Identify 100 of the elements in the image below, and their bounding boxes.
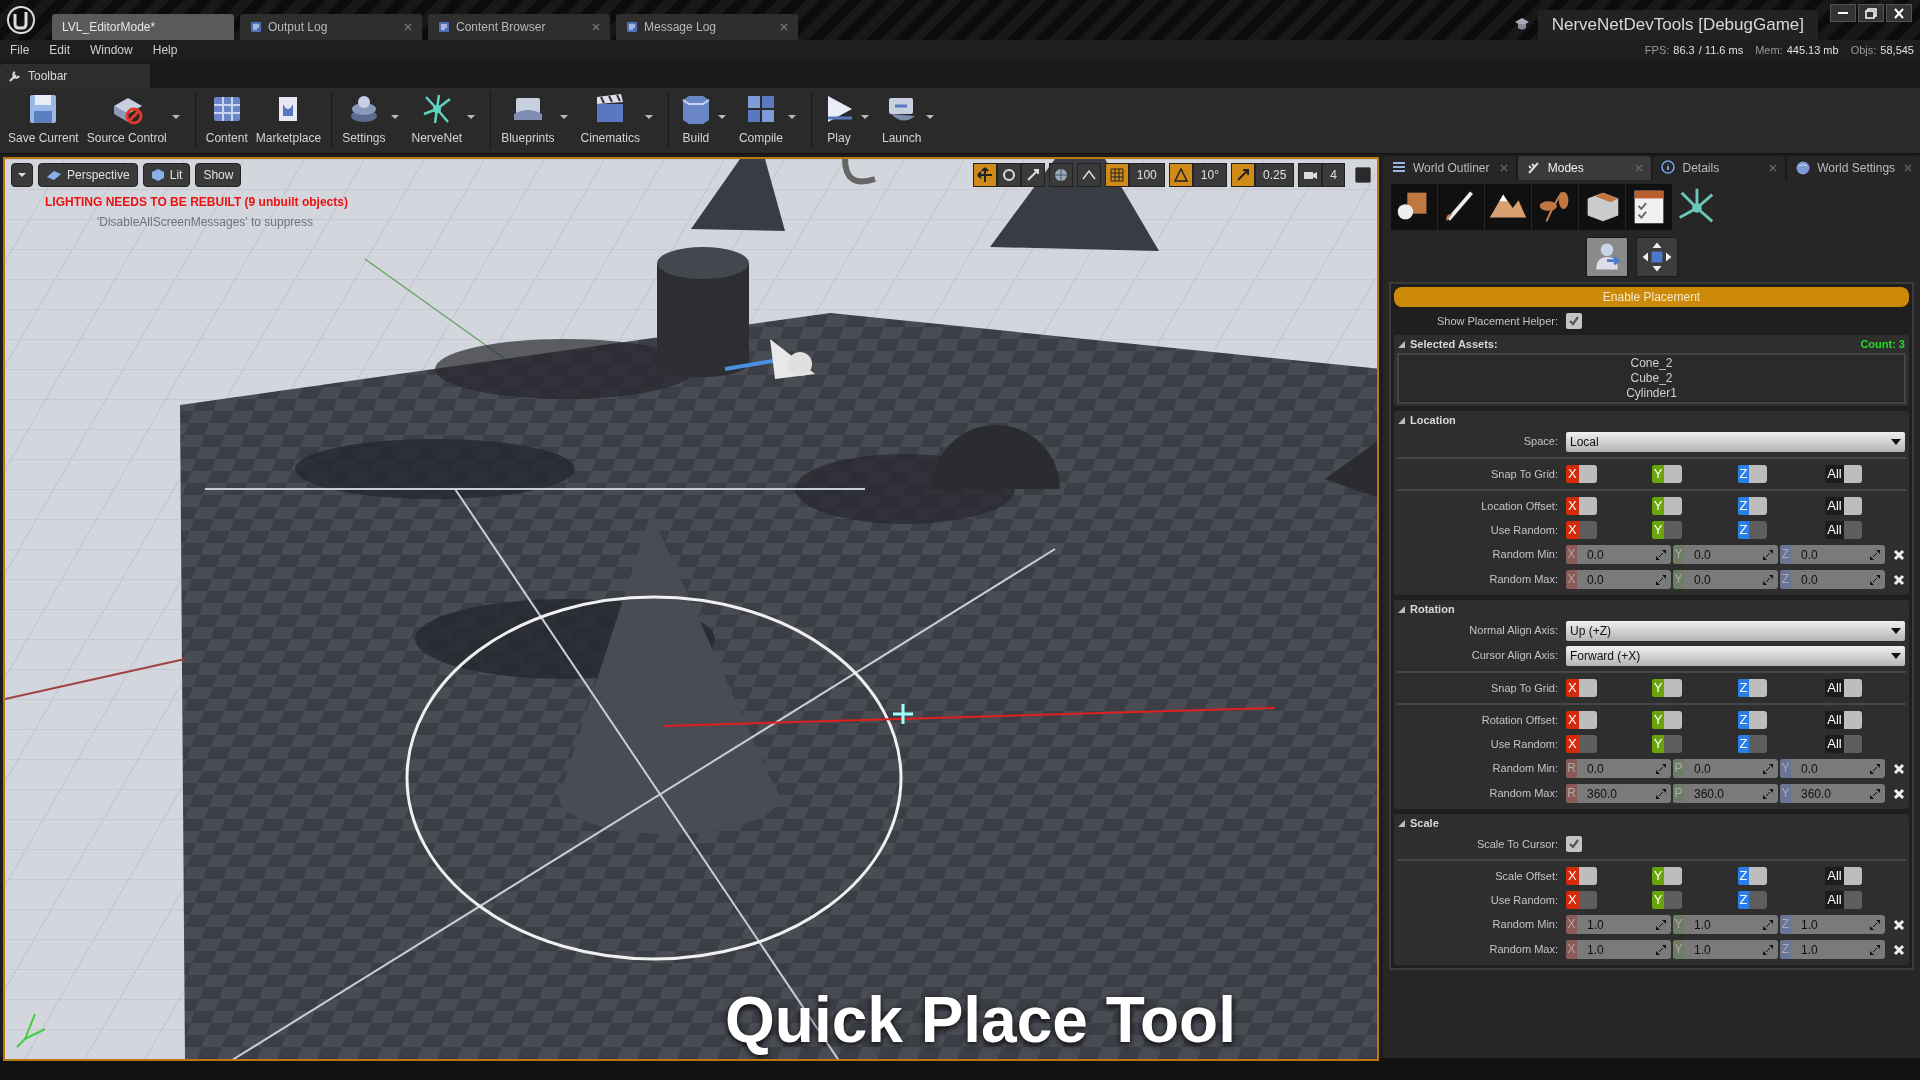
mode-button[interactable]	[1579, 184, 1625, 230]
axis-tag: X	[1566, 915, 1577, 934]
axis-label: Z	[1737, 497, 1750, 515]
panel-tab[interactable]: Details	[1652, 156, 1786, 180]
minimize-button[interactable]	[1830, 4, 1856, 22]
toolbar-button[interactable]: Save Current	[4, 88, 83, 150]
toolbar-button[interactable]: NerveNet	[407, 88, 467, 150]
axis-label: All	[1825, 679, 1844, 697]
field-label: Space:	[1522, 434, 1559, 450]
checkbox[interactable]	[1749, 867, 1768, 885]
mode-button[interactable]	[1485, 184, 1531, 230]
globe-icon	[1795, 160, 1812, 176]
dropdown[interactable]: Forward (+X)	[1566, 645, 1905, 666]
viewport-menu-button[interactable]	[11, 163, 33, 187]
panel-tab[interactable]: Toolbar	[0, 64, 150, 88]
axis-label: All	[1825, 521, 1844, 539]
mode-button[interactable]	[1626, 184, 1672, 230]
transform-mode-button[interactable]	[972, 163, 997, 187]
toolbar-button[interactable]: Blueprints	[497, 88, 559, 150]
checkbox[interactable]	[1664, 711, 1683, 729]
hint-text: 'DisableAllScreenMessages' to suppress	[97, 214, 314, 231]
axis-label: Z	[1737, 679, 1750, 697]
dropdown-caret-icon	[466, 114, 477, 120]
restore-button[interactable]	[1858, 4, 1884, 22]
project-name: NerveNetDevTools [DebugGame]	[1537, 10, 1818, 40]
field-label: Scale To Cursor:	[1475, 836, 1559, 852]
dropdown[interactable]: Up (+Z)	[1566, 620, 1905, 641]
menu-item[interactable]: Help	[142, 41, 188, 59]
stat-value: 445.13 mb	[1786, 42, 1839, 58]
checkbox[interactable]	[1749, 465, 1768, 483]
checkbox[interactable]	[1664, 497, 1683, 515]
checkbox[interactable]	[1566, 313, 1582, 329]
checkbox[interactable]	[1749, 679, 1768, 697]
viewport-button[interactable]: Show	[195, 163, 242, 187]
resize-arrows-icon	[1870, 763, 1880, 774]
field-label: Random Max:	[1488, 786, 1559, 802]
document-tab[interactable]: LVL_EditorMode*	[52, 14, 234, 40]
maximize-button[interactable]	[1355, 167, 1371, 183]
menu-item[interactable]: Edit	[39, 41, 81, 59]
axis-label: Z	[1737, 521, 1750, 539]
camera-speed-toggle[interactable]	[1298, 163, 1323, 187]
checkbox[interactable]	[1664, 465, 1683, 483]
checkbox[interactable]	[1749, 497, 1768, 515]
field-label: Random Min:	[1491, 917, 1559, 933]
section-title: Location	[1410, 412, 1457, 428]
placement-tool-button[interactable]	[1585, 237, 1628, 277]
axis-tag: Z	[1780, 545, 1791, 564]
toolbar-button[interactable]: Launch	[877, 88, 926, 150]
resize-arrows-icon	[1656, 763, 1666, 774]
camera-speed-value[interactable]: 4	[1322, 163, 1345, 187]
placement-tool-button[interactable]	[1635, 237, 1678, 277]
toolbar-button[interactable]: Marketplace	[251, 88, 326, 150]
checkbox[interactable]	[1664, 867, 1683, 885]
transform-mode-button[interactable]	[1020, 163, 1045, 187]
axis-tag: Y	[1673, 570, 1684, 589]
toolbar-button[interactable]: Source Control	[82, 88, 171, 150]
mode-button[interactable]	[1438, 184, 1484, 230]
dropdown-caret-icon	[925, 114, 936, 120]
asset-list-item[interactable]: Cube_2	[1630, 371, 1673, 386]
axis-label: Y	[1651, 497, 1665, 515]
resize-arrows-icon	[1763, 788, 1773, 799]
toolbar-button[interactable]: Cinematics	[576, 88, 644, 150]
transform-mode-button[interactable]	[996, 163, 1021, 187]
toolbar-button[interactable]: Play	[817, 88, 860, 150]
viewport-button[interactable]: Perspective	[38, 163, 138, 187]
axis-tag: Y	[1673, 940, 1684, 959]
world-space-button[interactable]	[1048, 163, 1073, 187]
document-tab[interactable]: Content Browser	[428, 14, 610, 40]
axis-tag: Y	[1780, 759, 1791, 778]
toolbar-button[interactable]: Build	[674, 88, 717, 150]
close-button[interactable]	[1886, 4, 1912, 22]
scale-snap-toggle[interactable]	[1230, 163, 1255, 187]
toolbar-button[interactable]: Content	[201, 88, 252, 150]
dropdown[interactable]: Local	[1566, 431, 1905, 452]
toolbar-button[interactable]: Compile	[734, 88, 787, 150]
asset-list-item[interactable]: Cylinder1	[1626, 386, 1677, 401]
section-title: Scale	[1410, 815, 1440, 831]
checkbox[interactable]	[1749, 711, 1768, 729]
grid-snap-toggle[interactable]	[1104, 163, 1129, 187]
grid-snap-value[interactable]: 100	[1128, 163, 1165, 187]
menu-item[interactable]: File	[0, 41, 40, 59]
menu-item[interactable]: Window	[80, 41, 143, 59]
document-tab[interactable]: Message Log	[616, 14, 798, 40]
scale-snap-value[interactable]: 0.25	[1254, 163, 1295, 187]
asset-list-item[interactable]: Cone_2	[1630, 356, 1673, 371]
panel-tab[interactable]: World Outliner	[1383, 156, 1516, 180]
panel-tab[interactable]: World Settings	[1787, 156, 1920, 180]
field-label: Cursor Align Axis:	[1470, 648, 1559, 664]
viewport-button[interactable]: Lit	[142, 163, 191, 187]
surface-snap-button[interactable]	[1076, 163, 1101, 187]
toolbar-button[interactable]: Settings	[338, 88, 390, 150]
axis-label: All	[1825, 867, 1844, 885]
expanded-triangle-icon	[1398, 416, 1405, 424]
panel-tab[interactable]: Modes	[1517, 156, 1651, 180]
document-tab[interactable]: Output Log	[240, 14, 422, 40]
checkbox[interactable]	[1664, 679, 1683, 697]
rotation-snap-value[interactable]: 10°	[1192, 163, 1227, 187]
rotation-snap-toggle[interactable]	[1168, 163, 1193, 187]
mode-button[interactable]	[1391, 184, 1437, 230]
checkbox[interactable]	[1566, 836, 1582, 852]
